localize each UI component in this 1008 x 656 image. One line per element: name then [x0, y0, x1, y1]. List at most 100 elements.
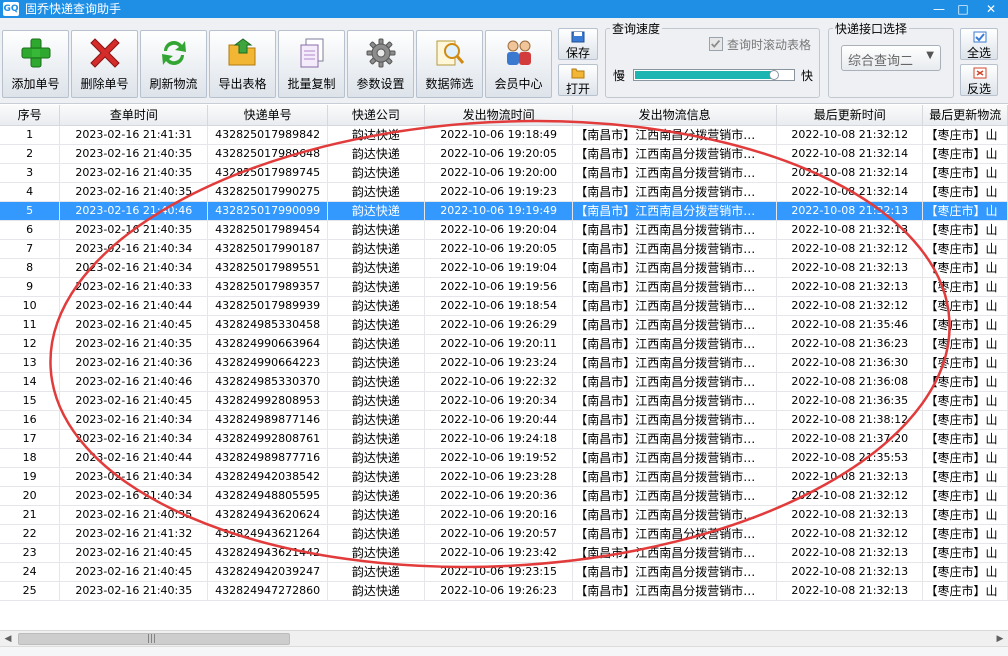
table-row[interactable]: 2 2023-02-16 21:40:35 432825017989648 韵达快递 2… — [0, 144, 1008, 164]
cell-last-update-time: 2022-10-08 21:32:12 — [776, 125, 924, 145]
cell-tracking-number: 432824989877146 — [207, 410, 328, 430]
table-row[interactable]: 8 2023-02-16 21:40:34 432825017989551 韵达快递 2… — [0, 258, 1008, 278]
table-row[interactable]: 1 2023-02-16 21:41:31 432825017989842 韵达快递 2… — [0, 125, 1008, 145]
cell-tracking-number: 432824985330458 — [207, 315, 328, 335]
data-filter-label: 数据筛选 — [425, 77, 474, 91]
cell-tracking-number: 432825017989648 — [207, 144, 328, 164]
invert-selection-button[interactable]: 反选 — [960, 64, 998, 96]
status-bar — [0, 646, 1008, 656]
column-header-seq[interactable]: 序号 — [0, 105, 61, 126]
table-row[interactable]: 22 2023-02-16 21:41:32 432824943621264 韵达快递… — [0, 524, 1008, 544]
column-header-query-time[interactable]: 查单时间 — [59, 105, 209, 126]
table-row[interactable]: 6 2023-02-16 21:40:35 432825017989454 韵达快递 2… — [0, 220, 1008, 240]
batch-copy-button[interactable]: 批量复制 — [278, 30, 345, 98]
table-row[interactable]: 11 2023-02-16 21:40:45 432824985330458 韵达快递… — [0, 315, 1008, 335]
cell-tracking-number: 432824943621442 — [207, 543, 328, 563]
column-header-dispatch-info[interactable]: 发出物流信息 — [572, 105, 778, 126]
close-button[interactable]: ✕ — [980, 0, 1002, 18]
cell-query-time: 2023-02-16 21:40:45 — [59, 543, 209, 563]
cell-last-update-logistics: 【枣庄市】山 — [922, 239, 1008, 259]
cell-last-update-time: 2022-10-08 21:37:20 — [776, 429, 924, 449]
api-select-group: 快递接口选择 综合查询二 ▼ — [828, 20, 954, 98]
cell-seq: 19 — [0, 467, 61, 487]
cell-courier-company: 韵达快递 — [327, 524, 425, 544]
cell-last-update-time: 2022-10-08 21:32:12 — [776, 239, 924, 259]
api-select-value: 综合查询二 — [848, 54, 914, 69]
add-tracking-button[interactable]: 添加单号 — [2, 30, 69, 98]
column-header-courier-company[interactable]: 快递公司 — [327, 105, 425, 126]
horizontal-scrollbar[interactable]: ◀ ||| ▶ — [0, 630, 1008, 646]
save-button[interactable]: 保存 — [558, 28, 598, 60]
scroll-table-checkbox[interactable] — [709, 37, 723, 51]
cell-dispatch-time: 2022-10-06 19:20:00 — [424, 163, 574, 183]
maximize-button[interactable]: □ — [952, 0, 974, 18]
table-body: 1 2023-02-16 21:41:31 432825017989842 韵达快递 2… — [0, 125, 1008, 601]
table-row[interactable]: 24 2023-02-16 21:40:45 432824942039247 韵达快递… — [0, 562, 1008, 582]
table-row[interactable]: 10 2023-02-16 21:40:44 432825017989939 韵达快递… — [0, 296, 1008, 316]
table-row[interactable]: 25 2023-02-16 21:40:35 432824947272860 韵达快递… — [0, 581, 1008, 601]
table-row[interactable]: 23 2023-02-16 21:40:45 432824943621442 韵达快递… — [0, 543, 1008, 563]
cell-last-update-time: 2022-10-08 21:35:53 — [776, 448, 924, 468]
table-row[interactable]: 19 2023-02-16 21:40:34 432824942038542 韵达快递… — [0, 467, 1008, 487]
open-button[interactable]: 打开 — [558, 64, 598, 96]
data-filter-button[interactable]: 数据筛选 — [416, 30, 483, 98]
cell-dispatch-info: 【南昌市】江西南昌分拨营销市… — [572, 201, 778, 221]
table-row[interactable]: 21 2023-02-16 21:40:35 432824943620624 韵达快递… — [0, 505, 1008, 525]
cell-courier-company: 韵达快递 — [327, 372, 425, 392]
speed-slider-knob[interactable] — [769, 70, 779, 80]
table-row[interactable]: 4 2023-02-16 21:40:35 432825017990275 韵达快递 2… — [0, 182, 1008, 202]
refresh-logistics-label: 刷新物流 — [149, 77, 198, 91]
delete-tracking-button[interactable]: 删除单号 — [71, 30, 138, 98]
settings-button[interactable]: 参数设置 — [347, 30, 414, 98]
select-all-button[interactable]: 全选 — [960, 28, 998, 60]
table-row[interactable]: 5 2023-02-16 21:40:46 432825017990099 韵达快递 2… — [0, 201, 1008, 221]
cell-dispatch-time: 2022-10-06 19:26:29 — [424, 315, 574, 335]
cell-dispatch-info: 【南昌市】江西南昌分拨营销市… — [572, 182, 778, 202]
table-row[interactable]: 15 2023-02-16 21:40:45 432824992808953 韵达快递… — [0, 391, 1008, 411]
cell-last-update-time: 2022-10-08 21:36:08 — [776, 372, 924, 392]
cell-seq: 3 — [0, 163, 61, 183]
cell-seq: 2 — [0, 144, 61, 164]
table-row[interactable]: 20 2023-02-16 21:40:34 432824948805595 韵达快递… — [0, 486, 1008, 506]
column-header-tracking-number[interactable]: 快递单号 — [207, 105, 328, 126]
cell-dispatch-info: 【南昌市】江西南昌分拨营销市… — [572, 505, 778, 525]
table-row[interactable]: 17 2023-02-16 21:40:34 432824992808761 韵达快递… — [0, 429, 1008, 449]
minimize-button[interactable]: — — [928, 0, 950, 18]
add-tracking-label: 添加单号 — [11, 77, 60, 91]
cell-last-update-logistics: 【枣庄市】山 — [922, 562, 1008, 582]
cell-dispatch-time: 2022-10-06 19:26:23 — [424, 581, 574, 601]
cell-courier-company: 韵达快递 — [327, 144, 425, 164]
table-row[interactable]: 12 2023-02-16 21:40:35 432824990663964 韵达快递… — [0, 334, 1008, 354]
scroll-right-arrow-icon[interactable]: ▶ — [992, 631, 1008, 647]
users-icon — [507, 40, 531, 65]
scroll-left-arrow-icon[interactable]: ◀ — [0, 631, 16, 647]
scrollbar-thumb[interactable]: ||| — [18, 633, 290, 645]
column-header-last-update-time[interactable]: 最后更新时间 — [776, 105, 924, 126]
table-row[interactable]: 13 2023-02-16 21:40:36 432824990664223 韵达快递… — [0, 353, 1008, 373]
chevron-down-icon: ▼ — [926, 50, 934, 61]
table-row[interactable]: 16 2023-02-16 21:40:34 432824989877146 韵达快递… — [0, 410, 1008, 430]
member-center-button[interactable]: 会员中心 — [485, 30, 552, 98]
refresh-logistics-button[interactable]: 刷新物流 — [140, 30, 207, 98]
tracking-table[interactable]: 序号 查单时间 快递单号 快递公司 发出物流时间 发出物流信息 最后更新时间 最后更新物流 1… — [0, 105, 1008, 630]
cell-dispatch-info: 【南昌市】江西南昌分拨营销市… — [572, 277, 778, 297]
api-select-dropdown[interactable]: 综合查询二 ▼ — [841, 45, 941, 71]
cell-dispatch-time: 2022-10-06 19:20:04 — [424, 220, 574, 240]
column-header-last-update-logistics[interactable]: 最后更新物流 — [922, 105, 1008, 126]
cell-query-time: 2023-02-16 21:40:35 — [59, 334, 209, 354]
cell-courier-company: 韵达快递 — [327, 429, 425, 449]
cell-courier-company: 韵达快递 — [327, 239, 425, 259]
cell-last-update-logistics: 【枣庄市】山 — [922, 258, 1008, 278]
table-row[interactable]: 3 2023-02-16 21:40:35 432825017989745 韵达快递 2… — [0, 163, 1008, 183]
table-row[interactable]: 7 2023-02-16 21:40:34 432825017990187 韵达快递 2… — [0, 239, 1008, 259]
table-row[interactable]: 18 2023-02-16 21:40:44 432824989877716 韵达快递… — [0, 448, 1008, 468]
column-header-dispatch-time[interactable]: 发出物流时间 — [424, 105, 574, 126]
cell-query-time: 2023-02-16 21:40:46 — [59, 201, 209, 221]
table-row[interactable]: 9 2023-02-16 21:40:33 432825017989357 韵达快递 2… — [0, 277, 1008, 297]
cell-seq: 16 — [0, 410, 61, 430]
table-row[interactable]: 14 2023-02-16 21:40:46 432824985330370 韵达快递… — [0, 372, 1008, 392]
cell-seq: 24 — [0, 562, 61, 582]
cell-dispatch-info: 【南昌市】江西南昌分拨营销市… — [572, 220, 778, 240]
export-table-button[interactable]: 导出表格 — [209, 30, 276, 98]
open-folder-icon — [571, 68, 585, 79]
